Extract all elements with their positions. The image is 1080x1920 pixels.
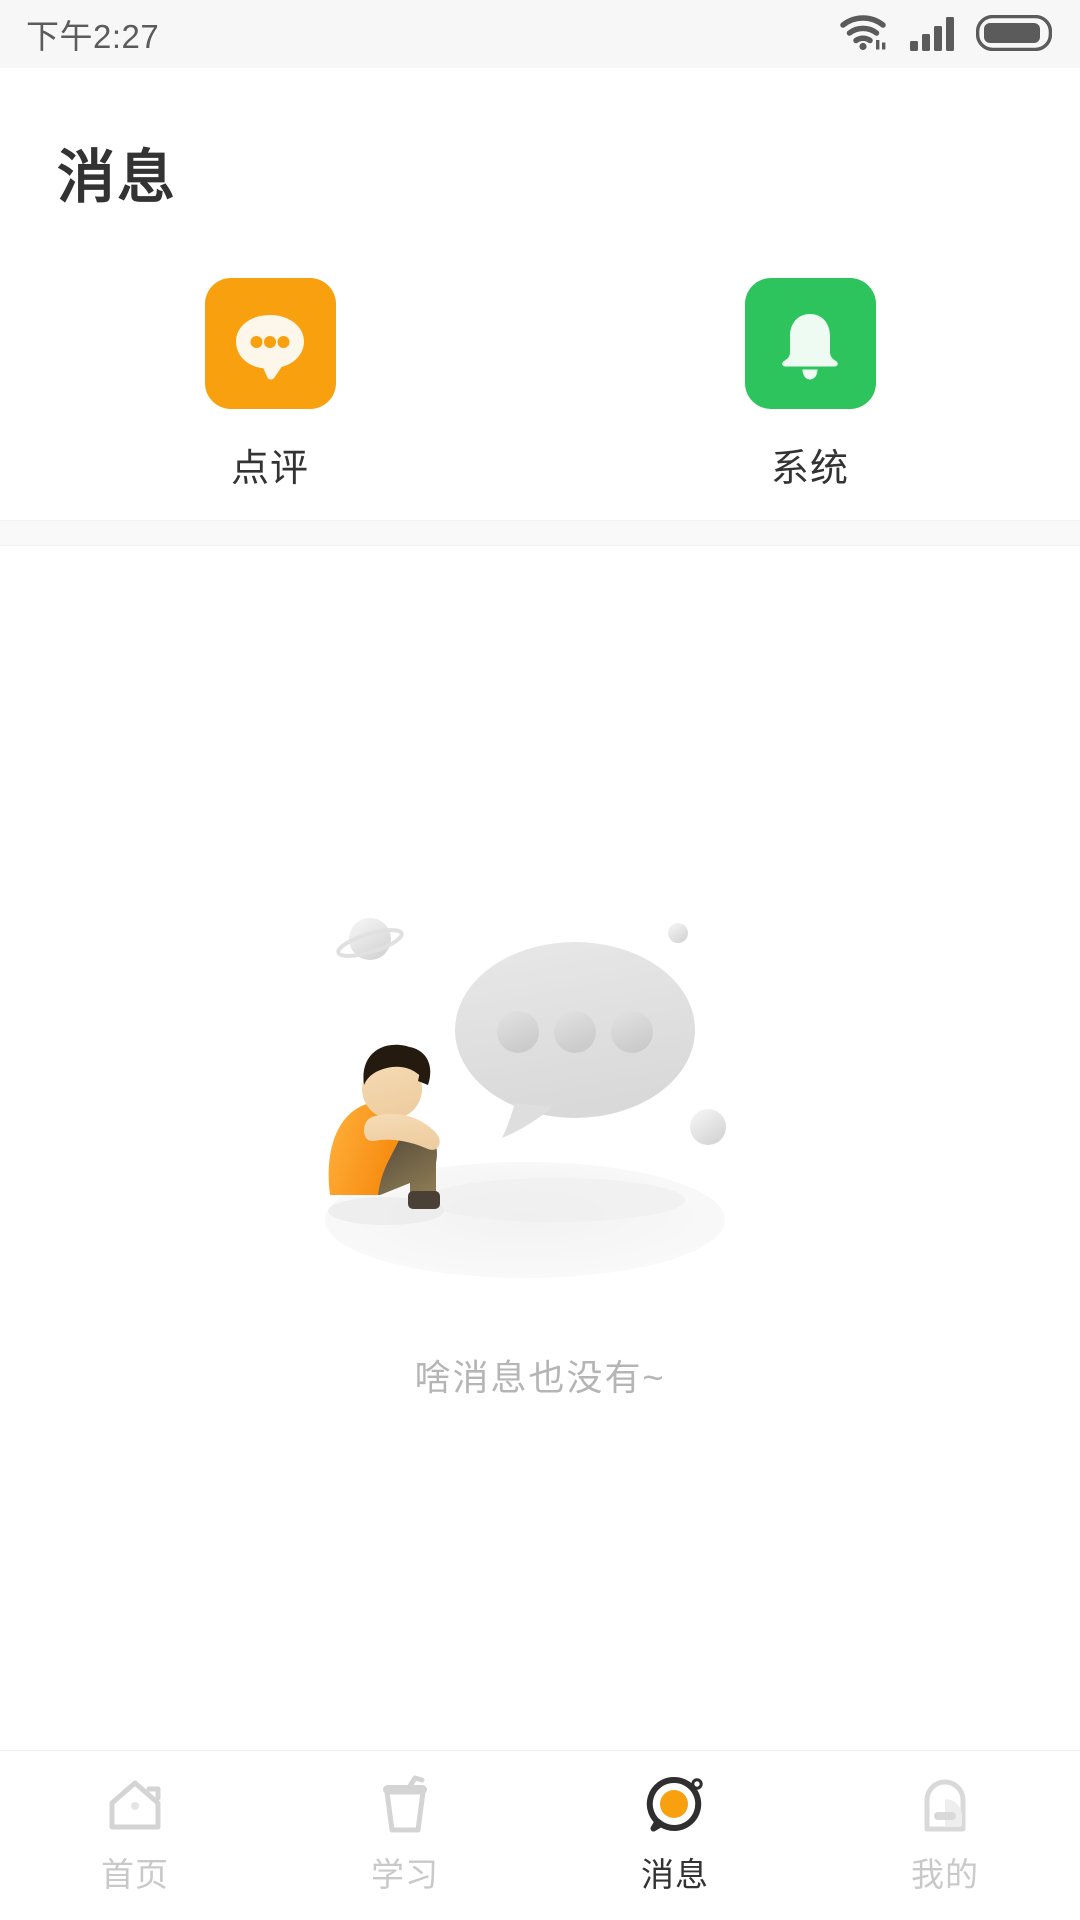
page-header: 消息 点评 系统 — [0, 68, 1080, 520]
sad-person-empty-chat-illustration — [260, 895, 820, 1295]
chat-bubble-icon — [204, 278, 336, 409]
decor-sphere — [690, 1109, 726, 1145]
status-time: 下午2:27 — [26, 18, 160, 55]
status-bar: 下午2:27 — [0, 0, 1080, 68]
wifi-icon — [840, 13, 890, 56]
tab-messages[interactable]: 消息 — [540, 1751, 810, 1920]
category-item-system[interactable]: 系统 — [540, 278, 1080, 492]
home-icon — [104, 1768, 166, 1842]
decor-sphere — [668, 923, 688, 943]
battery-icon — [975, 14, 1053, 56]
bell-icon — [744, 278, 876, 409]
section-divider — [0, 520, 1080, 546]
message-category-list: 点评 系统 — [0, 278, 1080, 492]
speech-bubble-shape — [455, 942, 695, 1138]
app-screen: 下午2:27 消息 点评 系统 啥消息也没有~ 首页 学习 消息 我的 — [0, 0, 1080, 1920]
tab-study[interactable]: 学习 — [270, 1751, 540, 1920]
category-item-reviews[interactable]: 点评 — [0, 278, 540, 492]
profile-card-icon — [918, 1768, 972, 1842]
status-icon-group — [840, 13, 1053, 56]
page-title: 消息 — [57, 145, 178, 210]
empty-state-text: 啥消息也没有~ — [414, 1357, 666, 1398]
cup-icon — [377, 1768, 433, 1842]
tab-profile[interactable]: 我的 — [810, 1751, 1080, 1920]
tab-label: 首页 — [101, 1855, 169, 1893]
message-bubble-icon — [644, 1768, 706, 1842]
tab-home[interactable]: 首页 — [0, 1751, 270, 1920]
category-item-label: 系统 — [770, 448, 849, 490]
cellular-signal-icon — [910, 15, 956, 56]
planet-icon — [336, 918, 404, 960]
tab-label: 学习 — [371, 1855, 439, 1893]
bottom-tab-bar: 首页 学习 消息 我的 — [0, 1750, 1080, 1920]
tab-label: 消息 — [641, 1855, 709, 1893]
category-item-label: 点评 — [230, 448, 309, 490]
tab-label: 我的 — [911, 1855, 979, 1893]
empty-state: 啥消息也没有~ — [0, 546, 1080, 1750]
